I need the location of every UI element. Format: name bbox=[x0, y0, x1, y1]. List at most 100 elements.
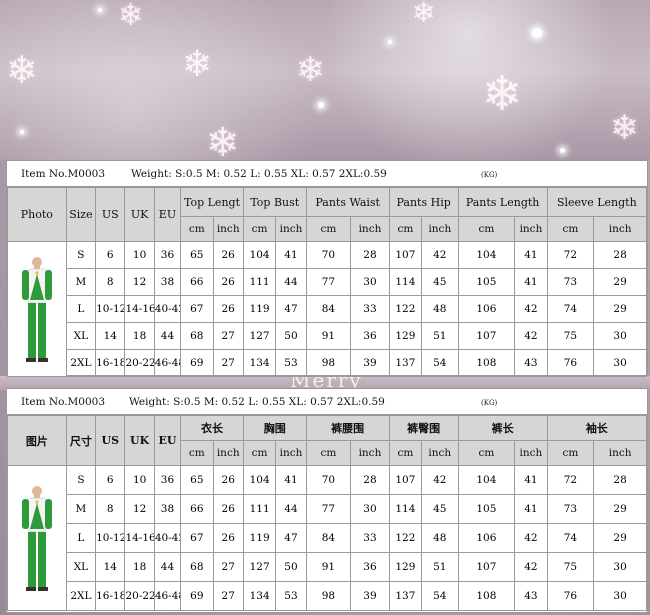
cell-sleeve-length-inch: 30 bbox=[593, 552, 647, 582]
cell-size: 2XL bbox=[65, 349, 97, 377]
col-eu: EU bbox=[153, 415, 182, 466]
table-row: L10-1214-1640-42672611947843312248106427… bbox=[8, 295, 647, 323]
cell-top-bust-cm: 104 bbox=[242, 241, 277, 269]
cell-top-bust-cm: 134 bbox=[242, 349, 277, 377]
cell-top-length-cm: 69 bbox=[180, 349, 214, 377]
cell-sleeve-length-inch: 28 bbox=[593, 465, 647, 495]
snowflake-icon: ❄ bbox=[6, 48, 38, 92]
cell-top-bust-inch: 44 bbox=[275, 268, 307, 296]
cell-pants-waist-inch: 28 bbox=[350, 241, 390, 269]
cell-pants-length-inch: 41 bbox=[514, 268, 548, 296]
cell-us: 10-12 bbox=[95, 523, 126, 553]
cell-eu: 44 bbox=[153, 552, 182, 582]
unit-cm: cm bbox=[546, 216, 595, 242]
col-pants-waist: Pants Waist bbox=[305, 187, 390, 217]
cell-pants-hip-inch: 42 bbox=[421, 241, 459, 269]
cell-pants-waist-inch: 33 bbox=[350, 295, 390, 323]
cell-pants-waist-cm: 70 bbox=[305, 465, 352, 495]
cell-sleeve-length-inch: 29 bbox=[593, 494, 647, 524]
cell-eu: 46-48 bbox=[153, 581, 182, 611]
cell-top-length-inch: 26 bbox=[212, 465, 244, 495]
size-rows: S 6 10 36 65 26 104 41 70 28 107 42 104 41 72 28 M 8 12 38 6… bbox=[7, 241, 647, 377]
cell-sleeve-length-cm: 74 bbox=[546, 523, 595, 553]
cell-eu: 36 bbox=[153, 465, 182, 495]
cell-size: XL bbox=[65, 552, 97, 582]
cell-size: L bbox=[65, 523, 97, 553]
cell-eu: 44 bbox=[153, 322, 182, 350]
light-dot bbox=[532, 28, 542, 38]
unit-cm: cm bbox=[388, 440, 423, 466]
cell-top-bust-inch: 44 bbox=[275, 494, 307, 524]
item-number: Item No.M0003 bbox=[21, 396, 106, 408]
cell-sleeve-length-cm: 72 bbox=[546, 241, 595, 269]
cell-top-bust-inch: 41 bbox=[275, 241, 307, 269]
cell-pants-hip-inch: 54 bbox=[421, 581, 459, 611]
cell-pants-hip-inch: 42 bbox=[421, 465, 459, 495]
cell-us: 10-12 bbox=[95, 295, 126, 323]
cell-pants-waist-cm: 70 bbox=[305, 241, 352, 269]
unit-inch: inch bbox=[350, 216, 390, 242]
col-uk: UK bbox=[124, 187, 155, 242]
cell-size: S bbox=[65, 241, 97, 269]
unit-inch: inch bbox=[514, 216, 548, 242]
cell-pants-hip-inch: 48 bbox=[421, 295, 459, 323]
col-pants-length: Pants Length bbox=[457, 187, 548, 217]
cell-pants-hip-cm: 122 bbox=[388, 295, 423, 323]
cell-uk: 14-16 bbox=[124, 523, 155, 553]
cell-us: 16-18 bbox=[95, 349, 126, 377]
light-dot bbox=[318, 102, 324, 108]
cell-pants-length-cm: 108 bbox=[457, 581, 516, 611]
cell-pants-waist-inch: 39 bbox=[350, 581, 390, 611]
unit-inch: inch bbox=[275, 216, 307, 242]
table-row: S 6 10 36 65 26 104 41 70 28 107 42 104 41 72 28 bbox=[7, 465, 647, 611]
col-top-length: 衣长 bbox=[180, 415, 244, 441]
col-pants-length: 裤长 bbox=[457, 415, 548, 441]
cell-pants-waist-cm: 84 bbox=[305, 295, 352, 323]
cell-sleeve-length-cm: 76 bbox=[546, 349, 595, 377]
cell-sleeve-length-inch: 30 bbox=[593, 322, 647, 350]
cell-eu: 40-42 bbox=[153, 523, 182, 553]
cell-pants-waist-cm: 77 bbox=[305, 494, 352, 524]
cell-uk: 12 bbox=[124, 494, 155, 524]
col-photo: Photo bbox=[7, 187, 67, 242]
table-row: M 8 12 38 66 26 111 44 77 30 114 45 105 41 73 29 bbox=[8, 268, 647, 296]
cell-pants-hip-cm: 114 bbox=[388, 268, 423, 296]
cell-pants-waist-inch: 36 bbox=[350, 322, 390, 350]
cell-top-bust-inch: 50 bbox=[275, 552, 307, 582]
cell-sleeve-length-cm: 72 bbox=[546, 465, 595, 495]
cell-uk: 20-22 bbox=[124, 349, 155, 377]
cell-us: 8 bbox=[95, 268, 126, 296]
cell-pants-waist-inch: 36 bbox=[350, 552, 390, 582]
size-rows: S 6 10 36 65 26 104 41 70 28 107 42 104 41 72 28 M 8 12 38 6… bbox=[7, 465, 647, 611]
cell-size: L bbox=[65, 295, 97, 323]
cell-top-bust-inch: 47 bbox=[275, 295, 307, 323]
table-row: 2XL16-1820-2246-486927134539839137541084… bbox=[8, 349, 647, 377]
cell-pants-hip-inch: 45 bbox=[421, 494, 459, 524]
col-size: Size bbox=[65, 187, 97, 242]
cell-pants-length-inch: 42 bbox=[514, 295, 548, 323]
snowflake-icon: ❄ bbox=[412, 0, 436, 29]
cell-pants-length-cm: 106 bbox=[457, 295, 516, 323]
cell-pants-waist-cm: 91 bbox=[305, 322, 352, 350]
unit-inch: inch bbox=[593, 216, 647, 242]
cell-sleeve-length-cm: 75 bbox=[546, 322, 595, 350]
cell-top-length-inch: 26 bbox=[212, 268, 244, 296]
cell-size: S bbox=[65, 465, 97, 495]
cell-pants-waist-inch: 33 bbox=[350, 523, 390, 553]
cell-pants-hip-cm: 137 bbox=[388, 349, 423, 377]
table-row: XL 14 18 44 68 27 127 50 91 36 129 51 107 42 75 30 bbox=[8, 552, 647, 582]
col-photo: 图片 bbox=[7, 415, 67, 466]
cell-pants-waist-cm: 98 bbox=[305, 581, 352, 611]
cell-top-length-cm: 66 bbox=[180, 268, 214, 296]
cell-pants-length-inch: 43 bbox=[514, 349, 548, 377]
col-us: US bbox=[95, 187, 126, 242]
cell-top-length-inch: 27 bbox=[212, 349, 244, 377]
unit-cm: cm bbox=[180, 216, 214, 242]
cell-top-bust-inch: 50 bbox=[275, 322, 307, 350]
item-number: Item No.M0003 bbox=[21, 168, 106, 180]
light-dot bbox=[388, 40, 392, 44]
cell-uk: 10 bbox=[124, 465, 155, 495]
cell-pants-hip-cm: 114 bbox=[388, 494, 423, 524]
cell-top-length-cm: 65 bbox=[180, 465, 214, 495]
cell-pants-length-cm: 104 bbox=[457, 241, 516, 269]
